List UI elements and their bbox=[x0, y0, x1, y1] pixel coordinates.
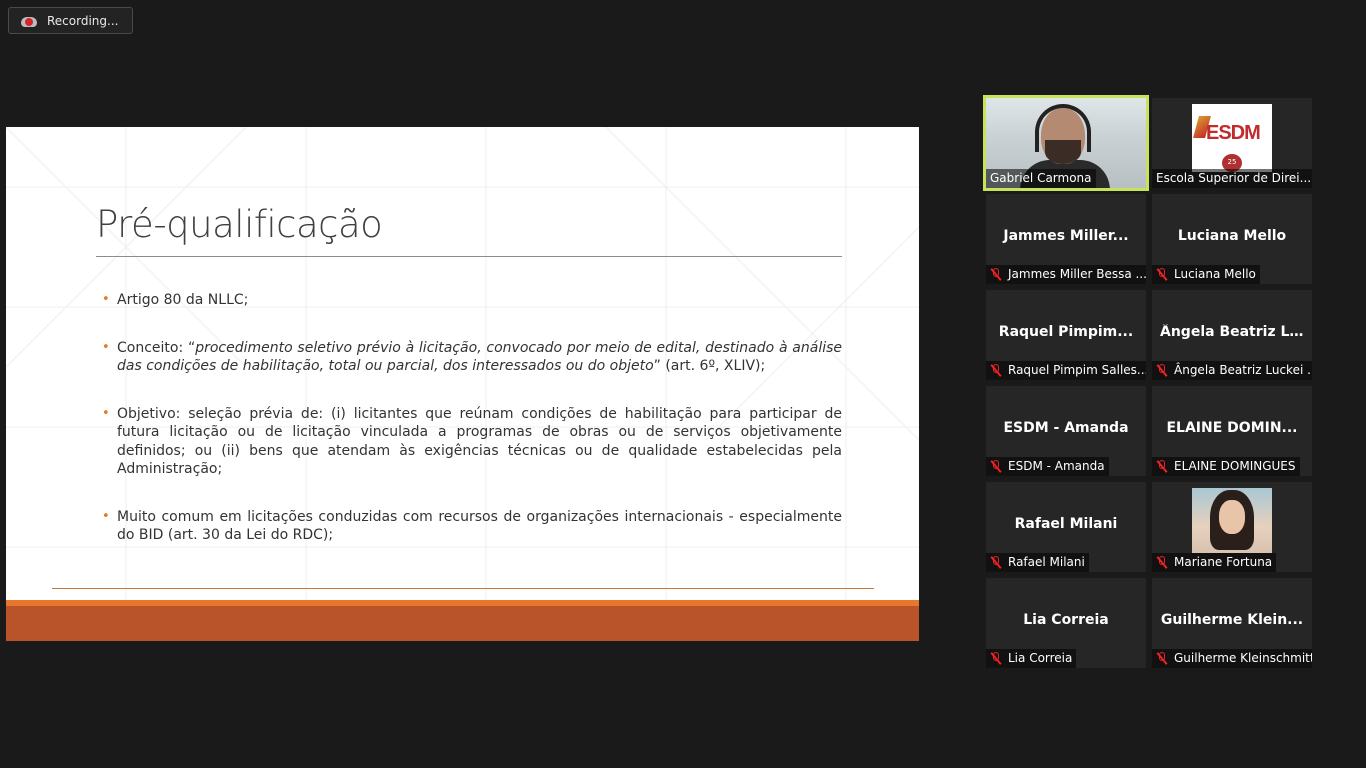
slide-bullet: Objetivo: seleção prévia de: (i) licitan… bbox=[102, 405, 842, 479]
participant-name-label: Raquel Pimpim Salles... bbox=[986, 361, 1146, 380]
participant-tile[interactable]: Mariane Fortuna bbox=[1152, 482, 1312, 572]
participant-name-label: ELAINE DOMINGUES bbox=[1152, 457, 1300, 476]
participant-display-name: Lia Correia bbox=[1023, 612, 1109, 628]
headset-icon bbox=[1035, 104, 1091, 152]
footer-divider bbox=[52, 588, 874, 589]
slide-bullet: Conceito: “procedimento seletivo prévio … bbox=[102, 339, 842, 376]
participant-name-label: Lia Correia bbox=[986, 649, 1077, 668]
title-divider bbox=[96, 256, 842, 257]
participant-tile[interactable]: Ângela Beatriz L... Ângela Beatriz Lucke… bbox=[1152, 290, 1312, 380]
participant-name-label: Mariane Fortuna bbox=[1152, 553, 1277, 572]
participant-name-label: ESDM - Amanda bbox=[986, 457, 1109, 476]
participant-display-name: Luciana Mello bbox=[1177, 228, 1287, 244]
mic-muted-icon bbox=[1156, 268, 1168, 281]
participant-display-name: Raquel Pimpim... bbox=[998, 324, 1134, 340]
participant-name-label: Escola Superior de Direi... bbox=[1152, 169, 1312, 188]
participant-display-name: ELAINE DOMIN... bbox=[1166, 420, 1298, 436]
mic-muted-icon bbox=[990, 268, 1002, 281]
mic-muted-icon bbox=[1156, 652, 1168, 665]
esdm-logo: ESDM 25 bbox=[1192, 104, 1272, 172]
footer-band bbox=[6, 600, 919, 641]
mic-muted-icon bbox=[1156, 364, 1168, 377]
slide-bullet: Muito comum em licitações conduzidas com… bbox=[102, 508, 842, 545]
mic-muted-icon bbox=[990, 364, 1002, 377]
participant-name-label: Guilherme Kleinschmitt bbox=[1152, 649, 1312, 668]
mic-muted-icon bbox=[1156, 460, 1168, 473]
participant-tile[interactable]: ESDM 25 Escola Superior de Direi... bbox=[1152, 98, 1312, 188]
participant-tile[interactable]: Luciana Mello Luciana Mello bbox=[1152, 194, 1312, 284]
participant-display-name: Ângela Beatriz L... bbox=[1160, 324, 1306, 340]
mic-muted-icon bbox=[990, 556, 1002, 569]
participant-display-name: ESDM - Amanda bbox=[1003, 420, 1129, 436]
participant-tile-active-speaker[interactable]: Gabriel Carmona bbox=[983, 95, 1149, 191]
participant-display-name: Guilherme Klein... bbox=[1160, 612, 1304, 628]
participant-tile[interactable]: Raquel Pimpim... Raquel Pimpim Salles... bbox=[986, 290, 1146, 380]
recording-label: Recording... bbox=[47, 13, 119, 28]
participant-name-label: Ângela Beatriz Luckei ... bbox=[1152, 361, 1312, 380]
participant-profile-photo bbox=[1192, 488, 1272, 553]
slide-bullet: Artigo 80 da NLLC; bbox=[102, 291, 842, 310]
participant-tile[interactable]: Guilherme Klein... Guilherme Kleinschmit… bbox=[1152, 578, 1312, 668]
participant-tile[interactable]: ELAINE DOMIN... ELAINE DOMINGUES bbox=[1152, 386, 1312, 476]
participant-tile[interactable]: Lia Correia Lia Correia bbox=[986, 578, 1146, 668]
slide-title: Pré-qualificação bbox=[96, 203, 383, 246]
participant-tile[interactable]: Jammes Miller... Jammes Miller Bessa ... bbox=[986, 194, 1146, 284]
participant-tile[interactable]: ESDM - Amanda ESDM - Amanda bbox=[986, 386, 1146, 476]
participant-tile[interactable]: Rafael Milani Rafael Milani bbox=[986, 482, 1146, 572]
participant-display-name: Rafael Milani bbox=[1014, 516, 1118, 532]
participant-display-name: Jammes Miller... bbox=[1003, 228, 1129, 244]
mic-muted-icon bbox=[990, 460, 1002, 473]
mic-muted-icon bbox=[1156, 556, 1168, 569]
participant-name-label: Gabriel Carmona bbox=[986, 169, 1096, 188]
mic-muted-icon bbox=[990, 652, 1002, 665]
slide-bullet-list: Artigo 80 da NLLC; Conceito: “procedimen… bbox=[102, 291, 842, 574]
participant-name-label: Jammes Miller Bessa ... bbox=[986, 265, 1146, 284]
footer-band-accent bbox=[6, 600, 919, 606]
shared-screen-slide: Pré-qualificação Artigo 80 da NLLC; Conc… bbox=[6, 127, 919, 641]
cloud-record-icon bbox=[21, 15, 37, 27]
participant-name-label: Rafael Milani bbox=[986, 553, 1089, 572]
recording-indicator[interactable]: Recording... bbox=[8, 7, 133, 34]
participant-name-label: Luciana Mello bbox=[1152, 265, 1260, 284]
